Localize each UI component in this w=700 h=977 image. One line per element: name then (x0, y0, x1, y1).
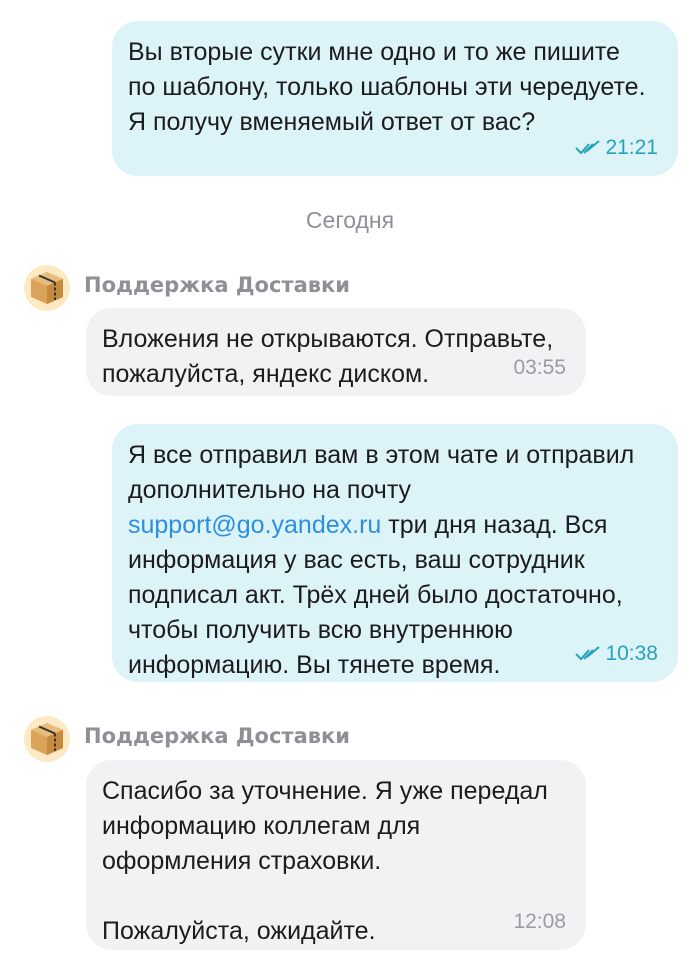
message-text: Вложения не открываются. Отправьте, пожа… (102, 325, 561, 388)
message-meta: 21:21 (575, 134, 658, 162)
message-text-part: Я все отправил вам в этом чате и отправи… (128, 441, 642, 504)
avatar[interactable] (24, 265, 70, 311)
parcel-box-icon (31, 723, 63, 755)
email-link[interactable]: support@go.yandex.ru (128, 511, 381, 539)
message-text: Вы вторые сутки мне одно и то же пишите … (128, 38, 653, 136)
message-bubble-outgoing[interactable]: Я все отправил вам в этом чате и отправи… (112, 424, 678, 682)
message-time: 03:55 (513, 356, 566, 379)
parcel-box-icon (31, 272, 63, 304)
message-time: 21:21 (605, 136, 658, 159)
message-bubble-incoming[interactable]: Вложения не открываются. Отправьте, пожа… (86, 308, 586, 396)
message-time: 12:08 (513, 910, 566, 933)
date-divider: Сегодня (305, 207, 395, 233)
message-bubble-outgoing[interactable]: Вы вторые сутки мне одно и то же пишите … (112, 21, 678, 176)
message-meta: 10:38 (575, 640, 658, 668)
double-check-icon (575, 140, 601, 155)
message-bubble-incoming[interactable]: Спасибо за уточнение. Я уже передал инфо… (86, 760, 586, 950)
sender-name: Поддержка Доставки (84, 273, 351, 297)
sender-name: Поддержка Доставки (84, 724, 351, 748)
message-text: Спасибо за уточнение. Я уже передал инфо… (102, 777, 548, 945)
avatar[interactable] (24, 716, 70, 762)
double-check-icon (575, 646, 601, 661)
message-time: 10:38 (605, 642, 658, 665)
